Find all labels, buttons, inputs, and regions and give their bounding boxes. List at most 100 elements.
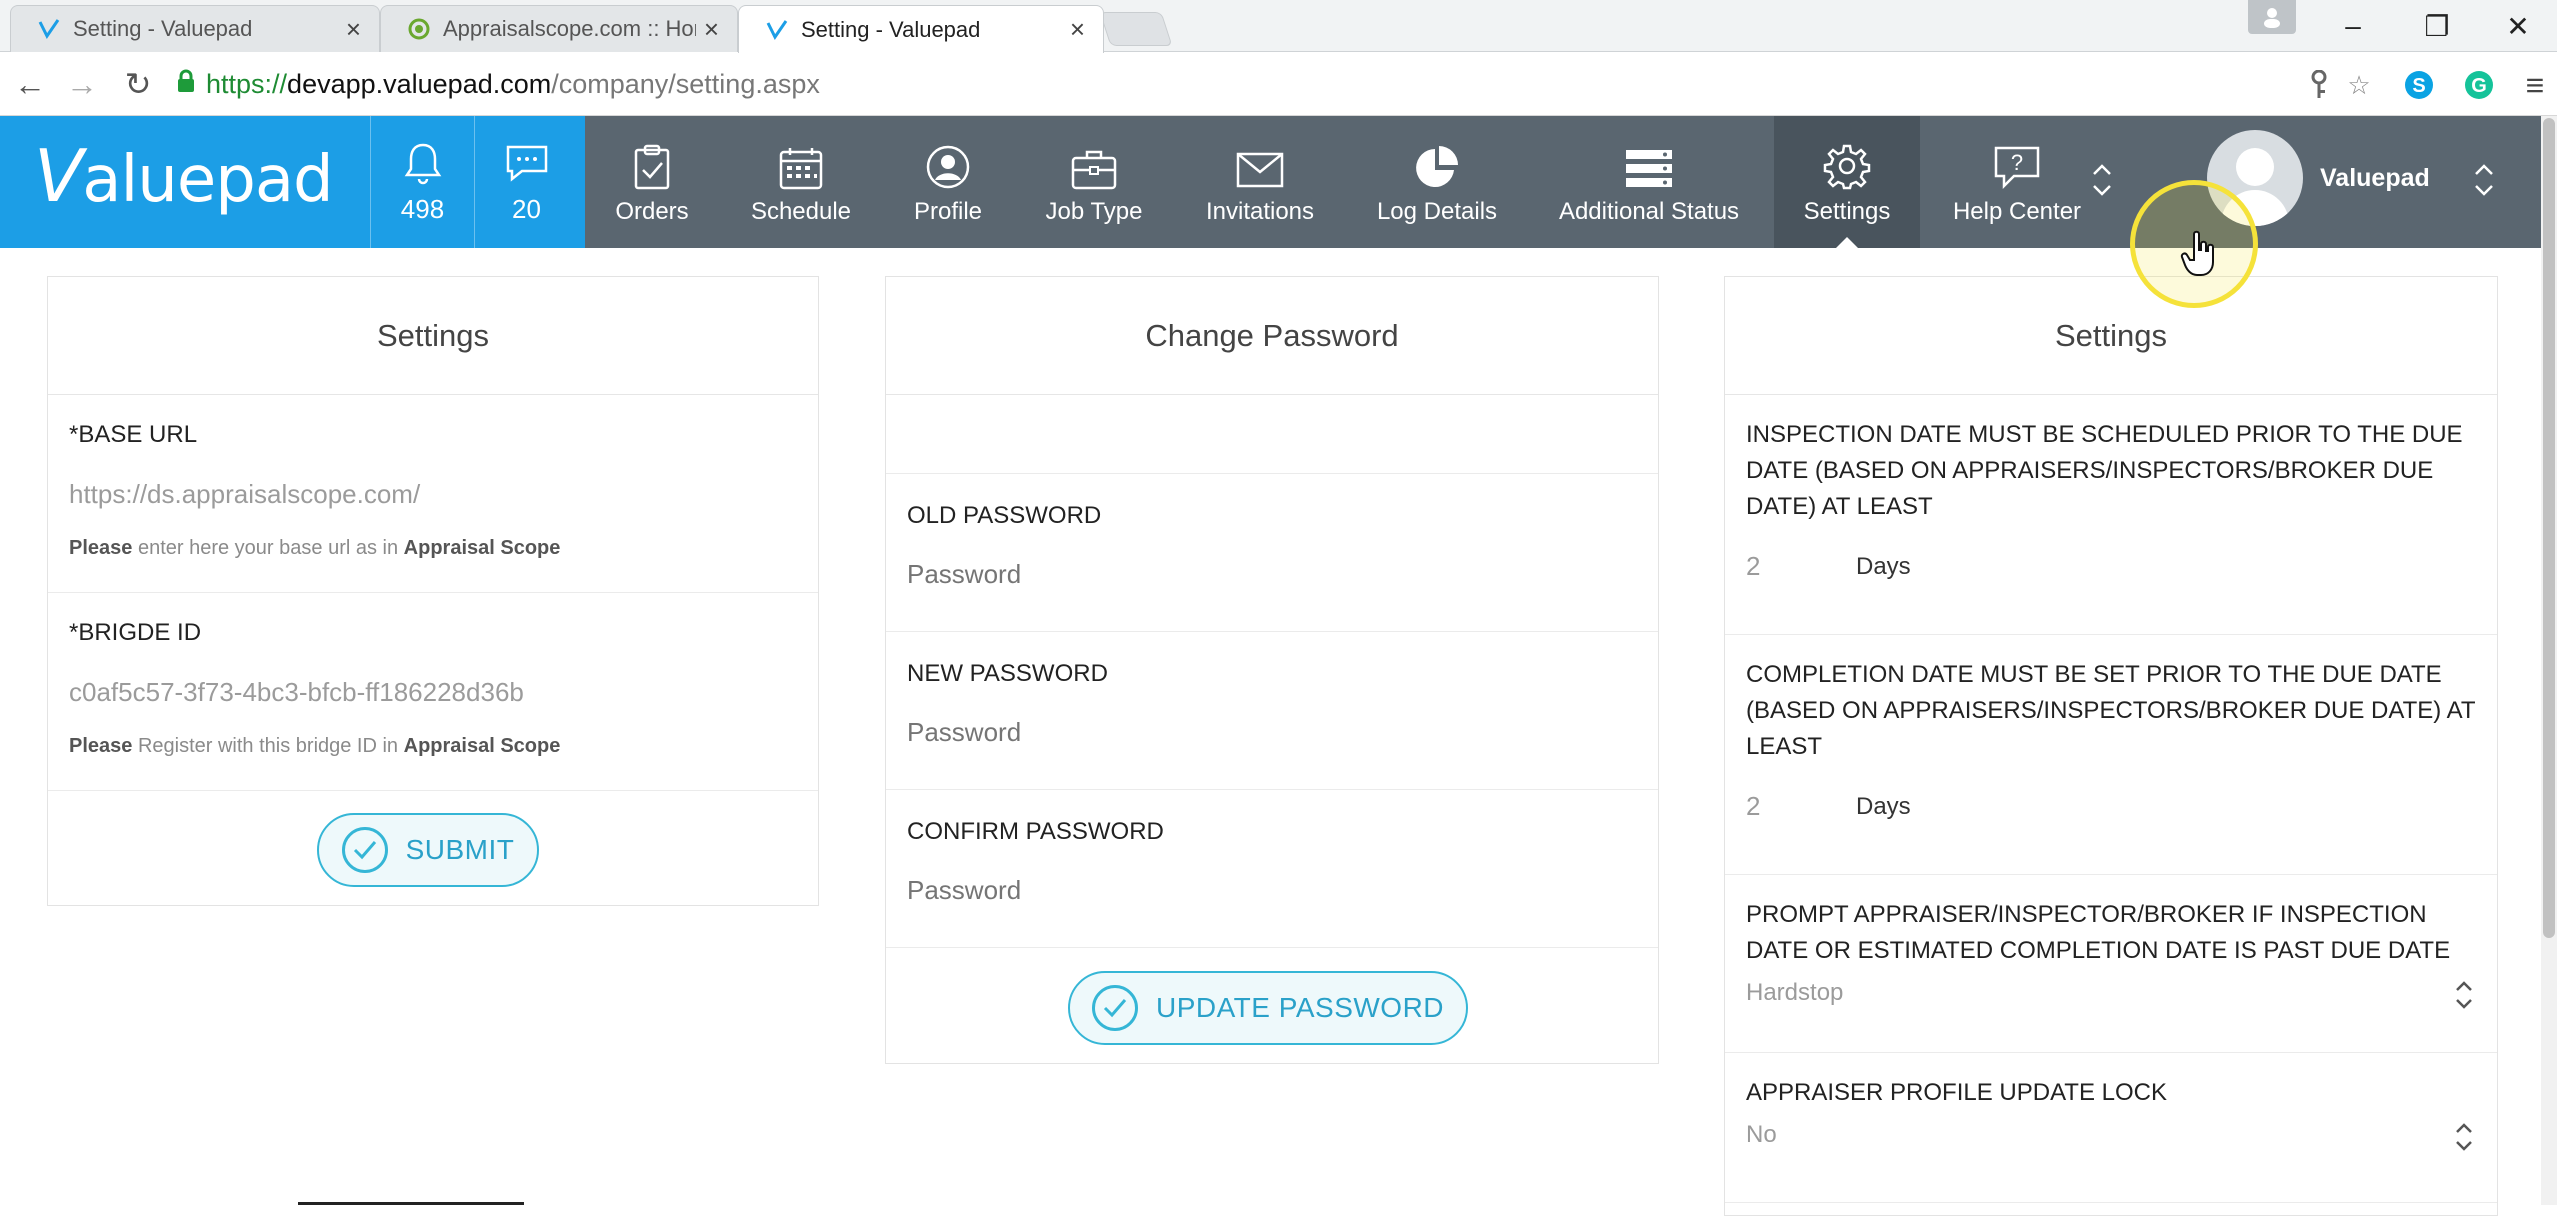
key-icon[interactable] — [2300, 66, 2338, 104]
brand-area: Valuepad 498 20 — [0, 116, 585, 248]
nav-schedule[interactable]: Schedule — [740, 116, 862, 248]
help-center-toggle-icon[interactable] — [2090, 160, 2114, 200]
hand-cursor-icon — [2180, 230, 2220, 289]
nav-log-details[interactable]: Log Details — [1370, 116, 1504, 248]
submit-button[interactable]: SUBMIT — [317, 813, 539, 887]
profile-update-lock-setting: APPRAISER PROFILE UPDATE LOCK No — [1725, 1053, 2497, 1203]
old-password-input[interactable] — [907, 554, 1627, 594]
panel-title: Change Password — [886, 277, 1658, 395]
new-password-field: NEW PASSWORD — [886, 632, 1658, 790]
select-chevron-icon[interactable] — [2453, 977, 2475, 1013]
close-tab-icon[interactable]: × — [1070, 14, 1085, 45]
reload-icon[interactable]: ↻ — [116, 62, 160, 106]
bridge-settings-panel: Settings *BASE URL https://ds.appraisals… — [47, 276, 819, 906]
forward-arrow-icon[interactable]: → — [60, 62, 104, 106]
envelope-icon — [1235, 138, 1285, 190]
browser-address-bar: ← → ↻ https:// devapp.valuepad.com /comp… — [0, 52, 2557, 116]
completion-days-input[interactable]: 2 — [1746, 791, 1856, 822]
old-password-label: OLD PASSWORD — [907, 502, 1102, 529]
bridge-id-hint: Please Register with this bridge ID in A… — [69, 735, 561, 757]
user-name[interactable]: Valuepad — [2320, 164, 2430, 193]
browser-tab-2[interactable]: Appraisalscope.com :: Hor × — [380, 5, 738, 52]
past-due-prompt-setting: PROMPT APPRAISER/INSPECTOR/BROKER IF INS… — [1725, 875, 2497, 1053]
url-scheme: https:// — [206, 68, 288, 99]
completion-date-label: COMPLETION DATE MUST BE SET PRIOR TO THE… — [1746, 661, 2476, 760]
messages-count: 20 — [512, 193, 541, 224]
update-password-button[interactable]: UPDATE PASSWORD — [1068, 971, 1468, 1045]
valuepad-logo[interactable]: Valuepad — [34, 134, 334, 218]
nav-job-type[interactable]: Job Type — [1036, 116, 1152, 248]
appraisalscope-favicon-icon — [407, 17, 431, 41]
bridge-id-input[interactable]: c0af5c57-3f73-4bc3-bfcb-ff186228d36b — [69, 677, 524, 708]
base-url-field: *BASE URL https://ds.appraisalscope.com/… — [48, 395, 818, 593]
inspection-date-setting: INSPECTION DATE MUST BE SCHEDULED PRIOR … — [1725, 395, 2497, 635]
close-tab-icon[interactable]: × — [704, 14, 719, 45]
nav-orders[interactable]: Orders — [600, 116, 704, 248]
close-window-button[interactable]: ✕ — [2479, 0, 2557, 52]
nav-additional-status[interactable]: Additional Status — [1552, 116, 1746, 248]
notifications-button[interactable]: 498 — [370, 116, 474, 248]
bookmark-star-icon[interactable]: ☆ — [2340, 66, 2378, 104]
skype-extension-icon[interactable]: S — [2400, 66, 2438, 104]
base-url-input[interactable]: https://ds.appraisalscope.com/ — [69, 479, 420, 510]
valuepad-favicon-icon — [37, 17, 61, 41]
base-url-hint: Please enter here your base url as in Ap… — [69, 537, 561, 559]
tab-title: Appraisalscope.com :: Hor — [443, 16, 696, 41]
bridge-id-field: *BRIGDE ID c0af5c57-3f73-4bc3-bfcb-ff186… — [48, 593, 818, 791]
days-unit-label: Days — [1856, 792, 1911, 820]
notifications-count: 498 — [400, 193, 445, 224]
user-menu-toggle-icon[interactable] — [2472, 160, 2496, 200]
profile-person-icon[interactable] — [2248, 0, 2296, 34]
check-circle-icon — [1091, 985, 1138, 1031]
nav-profile[interactable]: Profile — [898, 116, 998, 248]
page-scrollbar-thumb[interactable] — [2543, 118, 2555, 938]
profile-update-lock-select[interactable]: No — [1746, 1121, 2476, 1149]
url-host: devapp.valuepad.com — [287, 68, 552, 99]
past-due-prompt-label: PROMPT APPRAISER/INSPECTOR/BROKER IF INS… — [1746, 901, 2451, 964]
panel-title: Settings — [1725, 277, 2497, 395]
minimize-window-button[interactable]: – — [2311, 0, 2395, 52]
order-settings-panel: Settings INSPECTION DATE MUST BE SCHEDUL… — [1724, 276, 2498, 1216]
days-unit-label: Days — [1856, 552, 1911, 580]
confirm-password-input[interactable] — [907, 870, 1627, 910]
messages-button[interactable]: 20 — [474, 116, 578, 248]
svg-text:G: G — [2471, 75, 2487, 97]
check-circle-icon — [341, 827, 388, 873]
pie-chart-icon — [1414, 138, 1460, 190]
completion-date-setting: COMPLETION DATE MUST BE SET PRIOR TO THE… — [1725, 635, 2497, 875]
restore-window-button[interactable]: ❐ — [2395, 0, 2479, 52]
tab-title: Setting - Valuepad — [801, 16, 981, 42]
url-field[interactable]: https:// devapp.valuepad.com /company/se… — [176, 60, 2356, 108]
inspection-days-input[interactable]: 2 — [1746, 551, 1856, 582]
bridge-id-label: *BRIGDE ID — [69, 619, 202, 646]
old-password-field: OLD PASSWORD — [886, 474, 1658, 632]
back-arrow-icon[interactable]: ← — [8, 62, 52, 106]
close-tab-icon[interactable]: × — [346, 14, 361, 45]
nav-settings[interactable]: Settings — [1774, 116, 1920, 249]
lock-icon — [176, 69, 196, 100]
nav-help-center[interactable]: ? Help Center — [1944, 116, 2090, 248]
tab-title: Setting - Valuepad — [73, 16, 253, 41]
confirm-password-field: CONFIRM PASSWORD — [886, 790, 1658, 948]
panel-title: Settings — [48, 277, 818, 395]
base-url-label: *BASE URL — [69, 421, 198, 448]
new-tab-button[interactable] — [1099, 12, 1173, 46]
new-password-label: NEW PASSWORD — [907, 660, 1108, 687]
browser-tab-bar: Setting - Valuepad × Appraisalscope.com … — [0, 0, 2557, 53]
select-chevron-icon[interactable] — [2453, 1119, 2475, 1155]
profile-update-lock-label: APPRAISER PROFILE UPDATE LOCK — [1746, 1079, 2167, 1106]
password-spacer — [886, 395, 1658, 474]
confirm-password-label: CONFIRM PASSWORD — [907, 818, 1164, 845]
stacked-list-icon — [1623, 138, 1675, 190]
valuepad-favicon-icon — [765, 18, 789, 42]
browser-tab-3-active[interactable]: Setting - Valuepad × — [738, 5, 1104, 53]
browser-menu-icon[interactable]: ≡ — [2516, 66, 2554, 104]
past-due-prompt-select[interactable]: Hardstop — [1746, 979, 2476, 1007]
calendar-icon — [778, 138, 824, 190]
svg-text:?: ? — [2011, 150, 2023, 175]
browser-tab-1[interactable]: Setting - Valuepad × — [10, 5, 380, 52]
grammarly-extension-icon[interactable]: G — [2460, 66, 2498, 104]
change-password-panel: Change Password OLD PASSWORD NEW PASSWOR… — [885, 276, 1659, 1064]
nav-invitations[interactable]: Invitations — [1196, 116, 1324, 248]
new-password-input[interactable] — [907, 712, 1627, 752]
